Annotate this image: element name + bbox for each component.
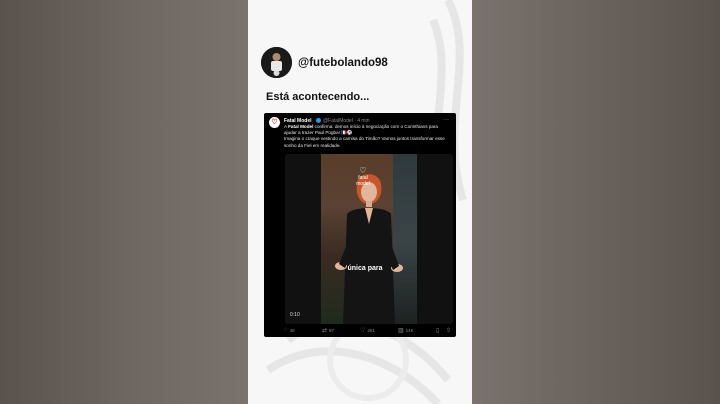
tweet-actions: ◌ 48 ⇄ 97 ♡ 261 ▥ 14K ▯ ⇧	[284, 327, 452, 335]
views-count: 14K	[405, 328, 414, 333]
more-options-icon[interactable]: ···	[443, 117, 449, 123]
retweet-action[interactable]: ⇄ 97	[322, 327, 334, 334]
views-icon: ▥	[398, 328, 404, 334]
right-blurred-background	[472, 0, 720, 404]
views-action[interactable]: ▥ 14K	[398, 327, 414, 334]
video-timestamp: 0:10	[290, 312, 300, 318]
verified-badge-icon	[316, 118, 321, 123]
tweet-text: A Fatal Model confirma: demos início à n…	[284, 124, 450, 149]
reply-count: 48	[289, 327, 295, 333]
embedded-tweet: ♡ Fatal Model @FatalModel · 4 min ··· A …	[264, 113, 456, 337]
left-blurred-background	[0, 0, 248, 404]
heart-icon: ♡	[360, 328, 366, 334]
bookmark-icon: ▯	[436, 328, 440, 334]
tweet-text-brand: Fatal Model	[288, 124, 314, 129]
share-icon: ⇧	[446, 328, 452, 334]
post-caption: Está acontecendo...	[266, 91, 370, 103]
tweet-text-line2: Imagina o craque vestindo a camisa do Ti…	[284, 136, 445, 148]
player-avatar-icon	[261, 47, 292, 78]
short-frame: @futebolando98 Está acontecendo... ♡ Fat…	[248, 0, 472, 404]
fatal-model-logo-icon: ♡	[269, 117, 280, 128]
channel-profile[interactable]: @futebolando98	[261, 47, 388, 78]
video-brand-logo: ♡ fatal model	[351, 167, 375, 188]
reply-action[interactable]: ◌ 48	[284, 327, 295, 333]
avatar[interactable]	[261, 47, 292, 78]
video-subtitle: única para	[347, 265, 383, 272]
like-count: 261	[367, 328, 375, 333]
retweet-icon: ⇄	[322, 328, 328, 334]
tweet-video[interactable]: ♡ fatal model única para 0:10	[285, 154, 453, 324]
share-action[interactable]: ⇧	[446, 327, 453, 334]
retweet-count: 97	[329, 328, 335, 333]
reply-icon: ◌	[284, 327, 288, 333]
like-action[interactable]: ♡ 261	[360, 327, 375, 334]
channel-handle[interactable]: @futebolando98	[298, 57, 388, 69]
video-logo-text: fatal model	[356, 175, 370, 187]
bookmark-action[interactable]: ▯	[436, 327, 441, 334]
